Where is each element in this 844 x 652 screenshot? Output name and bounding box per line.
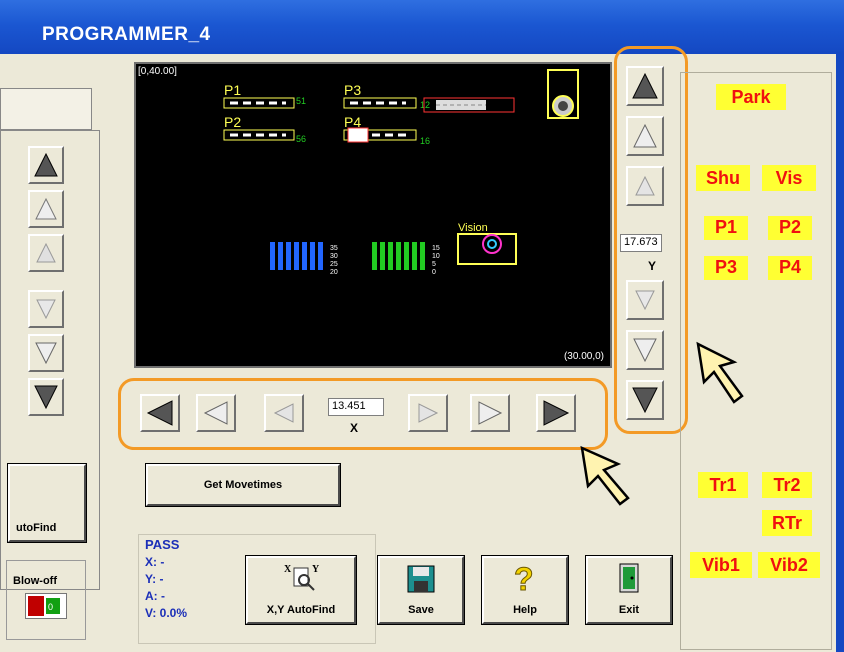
arrow-down-icon bbox=[632, 387, 658, 414]
status-y: Y: - bbox=[145, 572, 164, 586]
y-up-large-button[interactable] bbox=[626, 66, 664, 106]
arrow-left-icon bbox=[203, 401, 228, 425]
exit-label: Exit bbox=[618, 604, 640, 616]
xy-autofind-button[interactable]: X Y X,Y AutoFind bbox=[245, 555, 357, 625]
arrow-up-icon bbox=[632, 72, 658, 99]
autofind-icon: X Y bbox=[284, 564, 320, 591]
x-right-large-button[interactable] bbox=[536, 394, 576, 432]
arrow-right-icon bbox=[543, 400, 570, 426]
arrow-right-icon bbox=[478, 401, 503, 425]
y-axis-label: Y bbox=[648, 259, 657, 273]
svg-text:16: 16 bbox=[420, 136, 430, 146]
p3-position-button[interactable]: P3 bbox=[704, 256, 748, 280]
left-autofind-button[interactable]: utoFind bbox=[7, 463, 87, 543]
window-title: PROGRAMMER_4 bbox=[42, 24, 211, 45]
tr2-position-button[interactable]: Tr2 bbox=[762, 472, 812, 498]
svg-text:5: 5 bbox=[432, 261, 436, 268]
pointer-cursor-icon-x bbox=[580, 445, 630, 506]
tr1-position-button[interactable]: Tr1 bbox=[698, 472, 748, 498]
y-up-small-button[interactable] bbox=[626, 166, 664, 206]
y-down-medium-button[interactable] bbox=[626, 330, 664, 370]
left-down-medium-button[interactable] bbox=[28, 334, 64, 372]
floppy-disk-icon bbox=[407, 565, 435, 593]
y-up-medium-button[interactable] bbox=[626, 116, 664, 156]
status-v: V: 0.0% bbox=[145, 606, 188, 620]
x-left-medium-button[interactable] bbox=[196, 394, 236, 432]
svg-text:25: 25 bbox=[330, 261, 338, 268]
canvas-drawing: 51 56 12 16 35302520 151050 bbox=[223, 69, 579, 276]
x-left-small-button[interactable] bbox=[264, 394, 304, 432]
arrow-up-icon bbox=[635, 175, 655, 196]
blowoff-group: Blow-off 0 bbox=[6, 560, 86, 640]
svg-text:X: X bbox=[284, 564, 292, 575]
question-mark-icon: ? bbox=[514, 562, 535, 594]
background-tab bbox=[0, 88, 92, 130]
window-frame-right bbox=[836, 54, 844, 652]
svg-text:10: 10 bbox=[432, 253, 440, 260]
svg-text:51: 51 bbox=[296, 96, 306, 106]
status-x: X: - bbox=[145, 555, 165, 569]
x-right-small-button[interactable] bbox=[408, 394, 448, 432]
get-movetimes-label: Get Movetimes bbox=[203, 479, 283, 491]
vib1-position-button[interactable]: Vib1 bbox=[690, 552, 752, 578]
svg-text:30: 30 bbox=[330, 253, 338, 260]
svg-text:15: 15 bbox=[432, 245, 440, 252]
p4-position-button[interactable]: P4 bbox=[768, 256, 812, 280]
p1-position-button[interactable]: P1 bbox=[704, 216, 748, 240]
left-up-medium-button[interactable] bbox=[28, 190, 64, 228]
arrow-up-icon bbox=[633, 123, 657, 148]
svg-text:0: 0 bbox=[432, 269, 436, 276]
x-right-medium-button[interactable] bbox=[470, 394, 510, 432]
x-position-readout: 13.451 bbox=[328, 398, 384, 416]
svg-text:20: 20 bbox=[330, 269, 338, 276]
blowoff-toggle[interactable]: 0 bbox=[25, 593, 67, 619]
save-label: Save bbox=[408, 604, 434, 616]
svg-text:12: 12 bbox=[420, 100, 430, 110]
arrow-down-icon bbox=[633, 338, 657, 363]
status-a: A: - bbox=[145, 589, 165, 603]
status-state: PASS bbox=[145, 537, 180, 552]
svg-text:Y: Y bbox=[312, 564, 320, 575]
pointer-cursor-icon-y bbox=[696, 341, 744, 404]
arrow-right-icon bbox=[418, 403, 439, 423]
blowoff-label: Blow-off bbox=[13, 575, 57, 587]
help-button[interactable]: ? Help bbox=[481, 555, 569, 625]
save-button[interactable]: Save bbox=[377, 555, 465, 625]
y-down-large-button[interactable] bbox=[626, 380, 664, 420]
x-left-large-button[interactable] bbox=[140, 394, 180, 432]
y-down-small-button[interactable] bbox=[626, 280, 664, 320]
x-axis-label: X bbox=[350, 421, 359, 435]
exit-door-icon bbox=[619, 563, 639, 593]
xy-autofind-label: X,Y AutoFind bbox=[266, 604, 336, 616]
arrow-left-icon bbox=[146, 400, 173, 426]
blowoff-icon: 0 bbox=[28, 596, 60, 616]
svg-text:35: 35 bbox=[330, 245, 338, 252]
exit-button[interactable]: Exit bbox=[585, 555, 673, 625]
vis-position-button[interactable]: Vis bbox=[762, 165, 816, 191]
shu-position-button[interactable]: Shu bbox=[696, 165, 750, 191]
vib2-position-button[interactable]: Vib2 bbox=[758, 552, 820, 578]
help-label: Help bbox=[513, 604, 537, 616]
y-position-readout: 17.673 bbox=[620, 234, 662, 252]
p2-position-button[interactable]: P2 bbox=[768, 216, 812, 240]
arrow-down-icon bbox=[635, 290, 655, 311]
title-bar: PROGRAMMER_4 bbox=[0, 0, 844, 54]
park-position-button[interactable]: Park bbox=[716, 84, 786, 110]
svg-text:?: ? bbox=[514, 562, 534, 594]
left-autofind-label: utoFind bbox=[16, 522, 57, 534]
left-up-large-button[interactable] bbox=[28, 146, 64, 184]
left-down-small-button[interactable] bbox=[28, 290, 64, 328]
rtr-position-button[interactable]: RTr bbox=[762, 510, 812, 536]
left-up-small-button[interactable] bbox=[28, 234, 64, 272]
svg-text:0: 0 bbox=[48, 602, 53, 612]
get-movetimes-button[interactable]: Get Movetimes bbox=[145, 463, 341, 507]
arrow-left-icon bbox=[273, 403, 294, 423]
svg-text:56: 56 bbox=[296, 134, 306, 144]
position-map-canvas[interactable]: [0,40.00] (30.00,0) P1 P2 P3 P4 Vision 5… bbox=[134, 62, 612, 368]
left-down-large-button[interactable] bbox=[28, 378, 64, 416]
